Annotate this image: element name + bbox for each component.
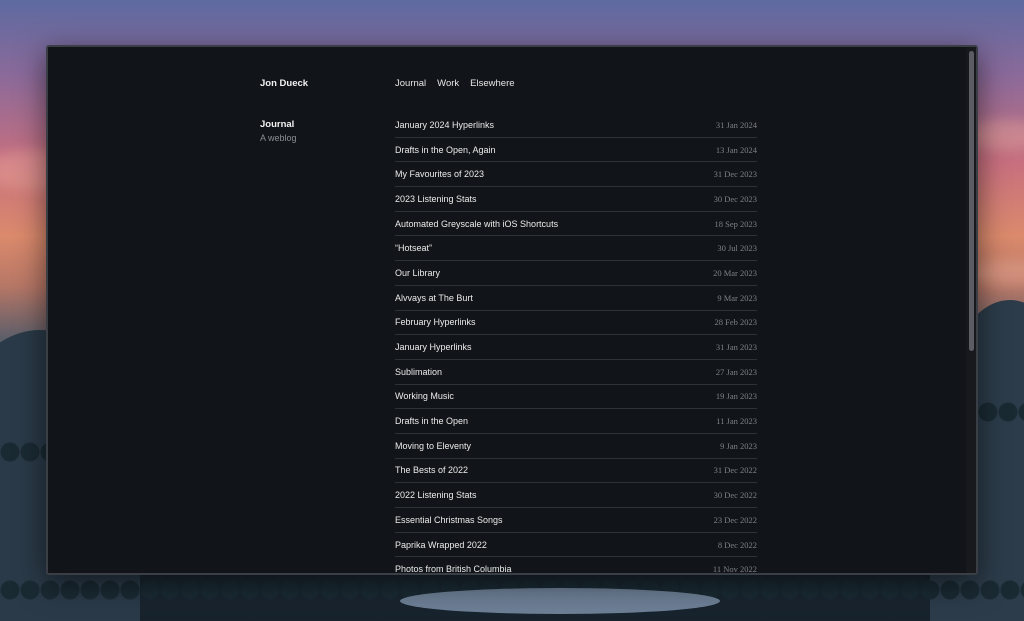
post-link[interactable]: Paprika Wrapped 2022 [395,540,487,550]
post-link[interactable]: The Bests of 2022 [395,465,468,475]
post-date: 18 Sep 2023 [714,218,758,229]
post-link[interactable]: 2022 Listening Stats [395,490,477,500]
post-date: 23 Dec 2022 [713,514,757,525]
scrollbar-track[interactable] [966,47,976,573]
post-list-item: Essential Christmas Songs 23 Dec 2022 [395,508,757,533]
post-date: 20 Mar 2023 [713,267,757,278]
post-list: January 2024 Hyperlinks 31 Jan 2024 Draf… [395,113,757,575]
post-link[interactable]: Photos from British Columbia [395,564,512,573]
post-list-item: Moving to Eleventy 9 Jan 2023 [395,434,757,459]
post-list-item: 2022 Listening Stats 30 Dec 2022 [395,483,757,508]
post-date: 19 Jan 2023 [715,391,757,402]
post-list-item: January 2024 Hyperlinks 31 Jan 2024 [395,113,757,138]
post-list-item: My Favourites of 2023 31 Dec 2023 [395,162,757,188]
section-title: Journal [260,119,295,130]
section-subtitle: A weblog [260,133,297,143]
post-link[interactable]: Drafts in the Open [395,416,468,426]
post-link[interactable]: My Favourites of 2023 [395,169,484,179]
post-list-item: Alvvays at The Burt 9 Mar 2023 [395,286,757,311]
post-list-item: 2023 Listening Stats 30 Dec 2023 [395,187,757,212]
post-list-item: Working Music 19 Jan 2023 [395,385,757,410]
post-link[interactable]: Drafts in the Open, Again [395,145,496,155]
nav-item-work[interactable]: Work [437,78,459,89]
post-list-item: January Hyperlinks 31 Jan 2023 [395,335,757,360]
page-content: Jon Dueck Journal Work Elsewhere Journal… [48,47,966,573]
browser-window: Jon Dueck Journal Work Elsewhere Journal… [46,45,978,575]
post-date: 8 Dec 2022 [717,539,757,550]
post-list-item: The Bests of 2022 31 Dec 2022 [395,459,757,484]
nav-item-journal[interactable]: Journal [395,78,426,89]
post-date: 9 Mar 2023 [717,292,757,303]
post-link[interactable]: Essential Christmas Songs [395,515,503,525]
main-nav: Journal Work Elsewhere [395,78,515,89]
post-link[interactable]: Alvvays at The Burt [395,293,473,303]
post-link[interactable]: Automated Greyscale with iOS Shortcuts [395,219,558,229]
post-list-item: Photos from British Columbia 11 Nov 2022 [395,557,757,575]
post-link[interactable]: Our Library [395,268,440,278]
post-link[interactable]: February Hyperlinks [395,317,476,327]
post-date: 11 Jan 2023 [716,416,757,427]
post-date: 31 Dec 2023 [713,169,757,180]
post-date: 31 Dec 2022 [713,465,757,476]
post-link[interactable]: January 2024 Hyperlinks [395,120,494,130]
post-link[interactable]: 2023 Listening Stats [395,194,477,204]
wallpaper-cloud [970,260,1024,285]
post-list-item: “Hotseat” 30 Jul 2023 [395,236,757,262]
post-link[interactable]: January Hyperlinks [395,342,472,352]
post-date: 30 Jul 2023 [717,243,757,254]
post-list-item: Drafts in the Open 11 Jan 2023 [395,409,757,434]
post-link[interactable]: Working Music [395,391,454,401]
post-date: 31 Jan 2023 [715,342,757,353]
post-date: 31 Jan 2024 [715,119,757,130]
post-list-item: Sublimation 27 Jan 2023 [395,360,757,385]
post-date: 30 Dec 2023 [713,193,757,204]
nav-item-elsewhere[interactable]: Elsewhere [470,78,514,89]
wallpaper-river [400,588,720,614]
post-date: 13 Jan 2024 [715,144,757,155]
post-list-item: Paprika Wrapped 2022 8 Dec 2022 [395,533,757,558]
post-list-item: Our Library 20 Mar 2023 [395,261,757,286]
post-date: 28 Feb 2023 [714,317,758,328]
post-list-item: Automated Greyscale with iOS Shortcuts 1… [395,212,757,237]
post-list-item: Drafts in the Open, Again 13 Jan 2024 [395,138,757,163]
post-date: 27 Jan 2023 [715,366,757,377]
post-link[interactable]: Sublimation [395,367,442,377]
site-title-link[interactable]: Jon Dueck [260,78,308,89]
post-link[interactable]: “Hotseat” [395,243,432,253]
post-date: 9 Jan 2023 [720,440,757,451]
post-date: 30 Dec 2022 [713,490,757,501]
post-link[interactable]: Moving to Eleventy [395,441,471,451]
post-list-item: February Hyperlinks 28 Feb 2023 [395,311,757,336]
post-date: 11 Nov 2022 [712,564,757,575]
scrollbar-thumb[interactable] [969,51,974,351]
